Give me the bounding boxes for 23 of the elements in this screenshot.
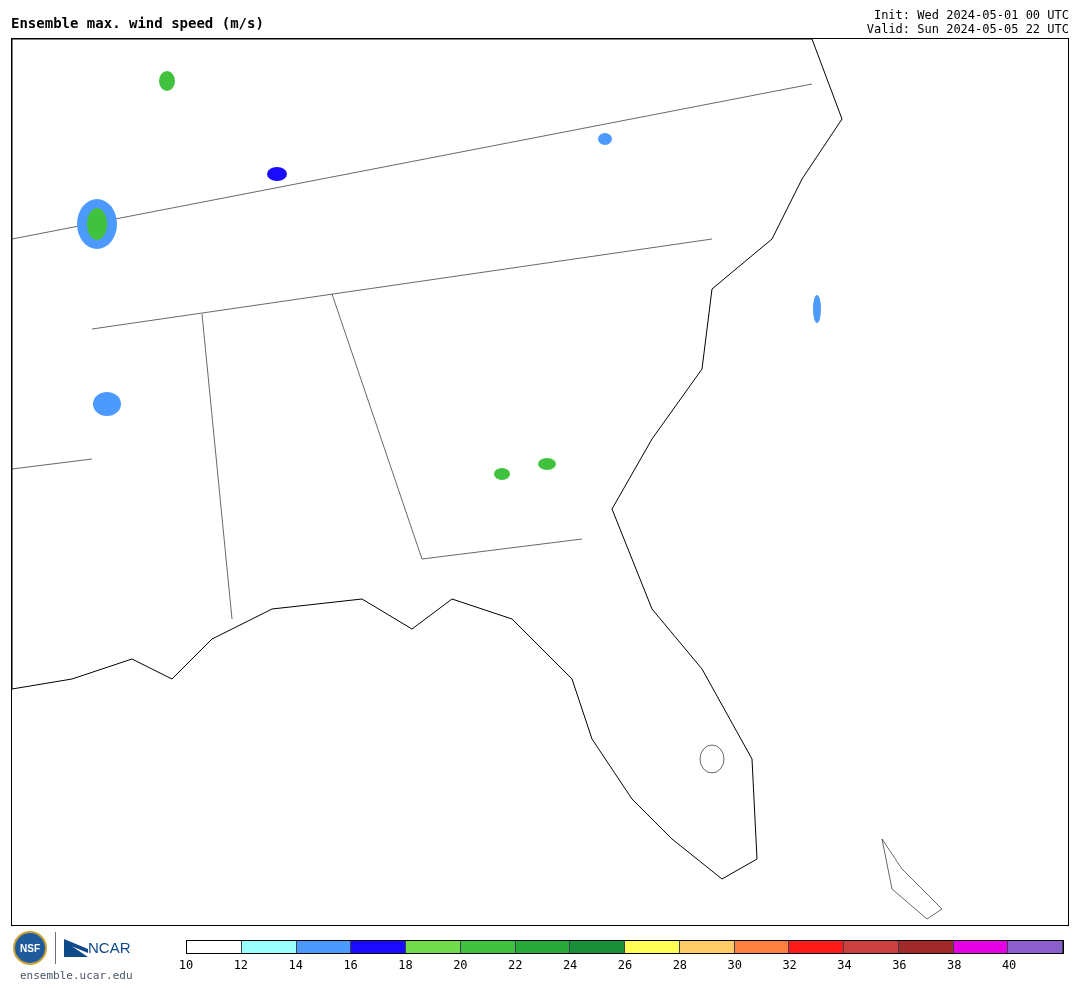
legend-tick-label: 18 bbox=[398, 958, 413, 972]
legend-tick-label: 38 bbox=[947, 958, 962, 972]
chart-title: Ensemble max. wind speed (m/s) bbox=[11, 14, 264, 32]
legend-tick-label: 30 bbox=[727, 958, 742, 972]
legend-tick-label: 22 bbox=[508, 958, 523, 972]
legend-tick-label: 20 bbox=[453, 958, 468, 972]
legend-tick-label: 32 bbox=[782, 958, 797, 972]
legend-tick-label: 10 bbox=[178, 958, 194, 972]
valid-time: Valid: Sun 2024-05-05 22 UTC bbox=[866, 22, 1069, 36]
legend-tick-label: 12 bbox=[233, 958, 249, 972]
init-time: Init: Wed 2024-05-01 00 UTC bbox=[873, 8, 1069, 22]
legend-tick-label: 26 bbox=[617, 958, 633, 972]
legend-tick-label: 16 bbox=[343, 958, 358, 972]
legend-tick-label: 40 bbox=[1001, 958, 1017, 972]
legend-tick-label: 24 bbox=[562, 958, 578, 972]
legend-tick-label: 14 bbox=[288, 958, 303, 972]
legend-tick-label: 28 bbox=[672, 958, 688, 972]
nsf-logo: NSF bbox=[13, 931, 47, 965]
legend-tick-label: 36 bbox=[892, 958, 907, 972]
legend-tick-label: 34 bbox=[837, 958, 852, 972]
site-url: ensemble.ucar.edu bbox=[20, 968, 134, 984]
ncar-logo: NCAR bbox=[88, 939, 131, 957]
ncar-icon bbox=[64, 939, 88, 957]
